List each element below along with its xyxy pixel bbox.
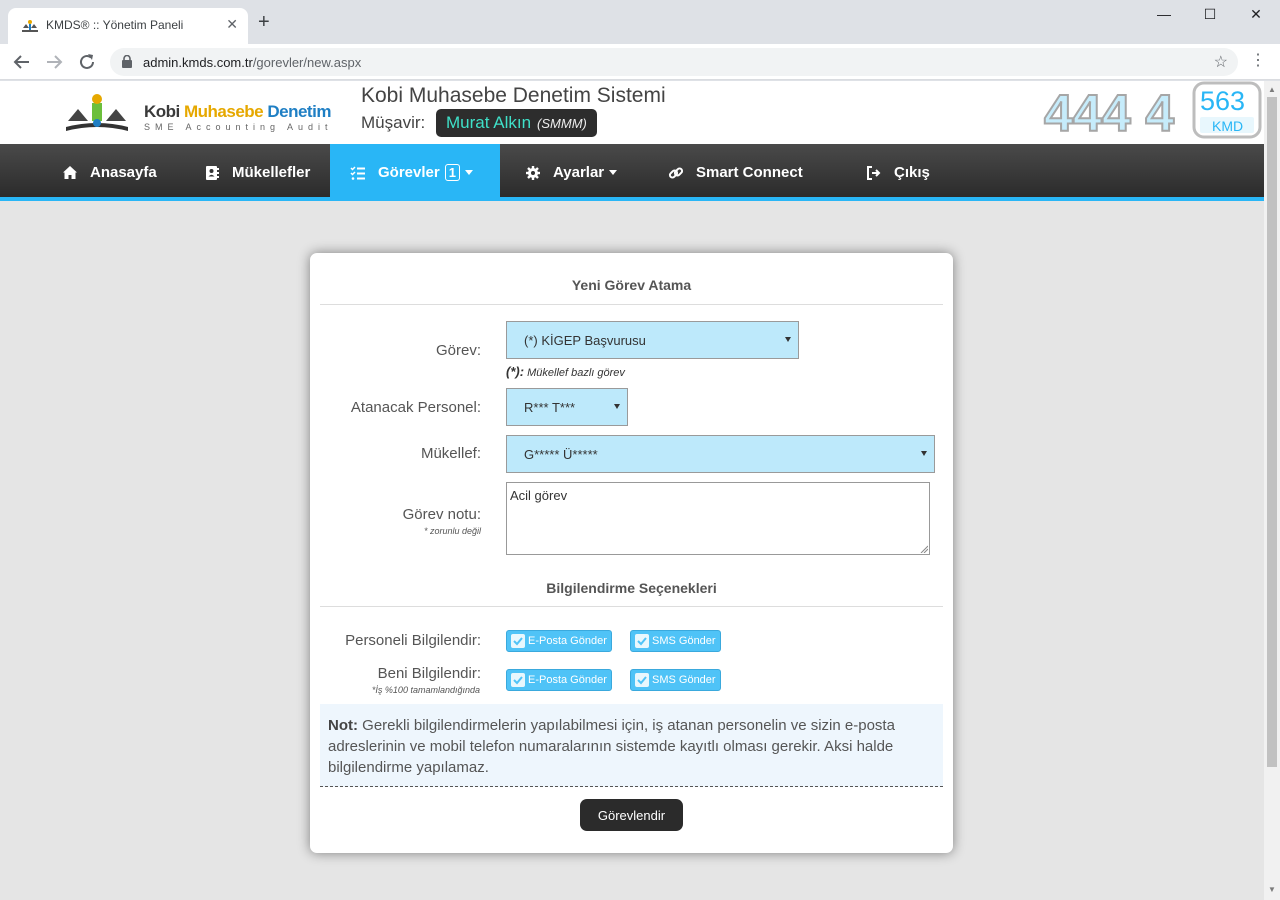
dropdown-arrow-icon: [921, 451, 927, 456]
scroll-down-icon[interactable]: ▼: [1268, 885, 1276, 894]
notify-staff-label: Personeli Bilgilendir:: [345, 632, 481, 649]
nav-smart-connect-label: Smart Connect: [696, 164, 803, 181]
address-bar[interactable]: admin.kmds.com.tr/gorevler/new.aspx ☆: [110, 48, 1238, 76]
main-navbar: Anasayfa Mükellefler Görevler 1 Ayarlar …: [0, 144, 1264, 201]
divider: [320, 304, 943, 305]
maximize-icon[interactable]: ☐: [1187, 6, 1233, 23]
nav-tasks-label: Görevler: [378, 164, 440, 181]
notify-me-email-checkbox[interactable]: E-Posta Gönder: [506, 669, 612, 691]
info-note: Not: Gerekli bilgilendirmelerin yapılabi…: [320, 704, 943, 787]
home-icon: [63, 165, 77, 179]
nav-home-label: Anasayfa: [90, 164, 157, 181]
staff-label: Atanacak Personel:: [350, 399, 481, 416]
back-arrow-icon[interactable]: [10, 50, 34, 74]
musavir-name: Murat Alkın: [446, 113, 532, 132]
staff-select[interactable]: R*** T***: [506, 388, 628, 426]
musavir-badge: Murat Alkın (SMMM): [436, 109, 597, 137]
check-icon: [511, 634, 525, 648]
notify-staff-email-checkbox[interactable]: E-Posta Gönder: [506, 630, 612, 652]
logo-emblem-icon: [66, 94, 128, 131]
browser-menu-icon[interactable]: ⋮: [1250, 50, 1266, 70]
client-select[interactable]: G***** Ü*****: [506, 435, 935, 473]
new-tab-icon[interactable]: +: [258, 12, 270, 32]
logo-subtitle: SME Accounting Audit: [144, 122, 333, 132]
tab-close-icon[interactable]: ✕: [226, 16, 238, 33]
phone-kmd: KMD: [1212, 118, 1243, 134]
gear-icon: [526, 165, 540, 180]
dropdown-arrow-icon: [614, 404, 620, 409]
address-book-icon: [206, 165, 219, 180]
nav-clients[interactable]: Mükellefler: [204, 144, 310, 201]
kmds-logo[interactable]: Kobi Muhasebe Denetim SME Accounting Aud…: [62, 89, 331, 137]
note-label: Görev notu:: [402, 506, 481, 523]
system-title: Kobi Muhasebe Denetim Sistemi: [361, 84, 666, 107]
resize-handle-icon[interactable]: [920, 545, 928, 553]
browser-tab[interactable]: KMDS® :: Yönetim Paneli ✕: [8, 8, 248, 44]
browser-tabstrip: KMDS® :: Yönetim Paneli ✕ + — ☐ ✕: [0, 0, 1280, 44]
scroll-up-icon[interactable]: ▲: [1268, 85, 1276, 94]
task-label: Görev:: [435, 342, 481, 359]
nav-home[interactable]: Anasayfa: [62, 144, 157, 201]
note-optional-hint: * zorunlu değil: [423, 526, 481, 536]
check-icon: [635, 673, 649, 687]
lock-icon: [122, 55, 132, 68]
nav-logout-label: Çıkış: [894, 164, 930, 181]
musavir-label: Müşavir:: [361, 113, 426, 132]
chevron-down-icon: [464, 170, 473, 175]
reload-icon[interactable]: [75, 50, 99, 74]
divider: [320, 606, 943, 607]
phone-suffix: 563: [1200, 86, 1245, 116]
site-header: Kobi Muhasebe Denetim SME Accounting Aud…: [0, 81, 1264, 144]
chevron-down-icon: [609, 170, 618, 175]
task-hint: (*): Mükellef bazlı görev: [506, 364, 625, 379]
musavir-title: (SMMM): [537, 115, 587, 131]
assign-task-button[interactable]: Görevlendir: [580, 799, 683, 831]
minimize-icon[interactable]: —: [1141, 6, 1187, 22]
window-close-icon[interactable]: ✕: [1233, 6, 1279, 23]
check-icon: [511, 673, 525, 687]
page-scrollbar[interactable]: ▲ ▼: [1264, 81, 1280, 900]
scrollbar-thumb[interactable]: [1267, 97, 1277, 767]
nav-smart-connect[interactable]: Smart Connect: [668, 144, 803, 201]
notify-me-label: Beni Bilgilendir:: [377, 665, 481, 682]
forward-arrow-icon[interactable]: [42, 50, 66, 74]
notify-me-sms-checkbox[interactable]: SMS Gönder: [630, 669, 721, 691]
url-text: admin.kmds.com.tr/gorevler/new.aspx: [143, 55, 362, 70]
phone-main: 444 4: [1044, 85, 1174, 143]
check-icon: [635, 634, 649, 648]
tab-title: KMDS® :: Yönetim Paneli: [46, 18, 184, 32]
nav-clients-label: Mükellefler: [232, 164, 311, 181]
form-title: Yeni Görev Atama: [571, 277, 692, 293]
nav-settings-label: Ayarlar: [553, 164, 605, 181]
notify-staff-sms-checkbox[interactable]: SMS Gönder: [630, 630, 721, 652]
phone-number-logo: 444 4 563 KMD: [1043, 81, 1262, 143]
nav-settings[interactable]: Ayarlar: [525, 144, 618, 201]
nav-tasks[interactable]: Görevler 1: [330, 144, 500, 201]
notify-title: Bilgilendirme Seçenekleri: [546, 580, 717, 596]
tasks-count-badge: 1: [444, 164, 460, 181]
new-task-card: Yeni Görev Atama Görev: (*) KİGEP Başvur…: [310, 253, 953, 853]
kmds-favicon-icon: [22, 20, 38, 32]
dropdown-arrow-icon: [785, 337, 791, 342]
page-viewport: Kobi Muhasebe Denetim SME Accounting Aud…: [0, 81, 1264, 900]
task-note-textarea[interactable]: Acil görev: [506, 482, 930, 555]
browser-toolbar: admin.kmds.com.tr/gorevler/new.aspx ☆ ⋮: [0, 44, 1280, 80]
task-list-icon: [350, 165, 365, 180]
task-select[interactable]: (*) KİGEP Başvurusu: [506, 321, 799, 359]
sign-out-icon: [867, 165, 881, 180]
client-label: Mükellef:: [420, 445, 481, 462]
logo-text: Kobi Muhasebe Denetim: [144, 102, 331, 121]
link-icon: [668, 166, 684, 179]
nav-logout[interactable]: Çıkış: [866, 144, 930, 201]
notify-me-hint: *İş %100 tamamlandığında: [371, 685, 480, 695]
bookmark-star-icon[interactable]: ☆: [1214, 52, 1228, 72]
